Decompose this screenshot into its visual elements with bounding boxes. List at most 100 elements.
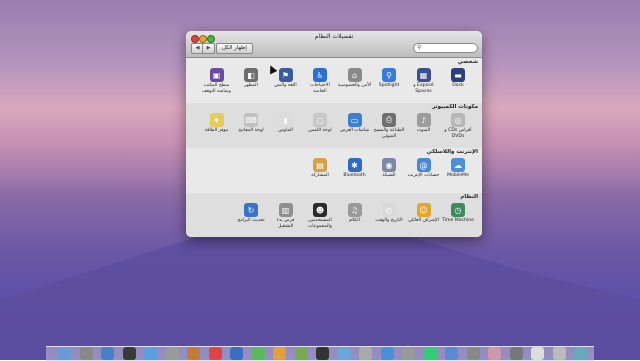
dock-app-icon[interactable] xyxy=(316,347,329,360)
pref-pane-label: الشبكة xyxy=(382,173,396,178)
pref-pane-startup[interactable]: ▥ قرص بدء التشغيل xyxy=(269,203,303,229)
dock-app-icon[interactable] xyxy=(466,347,480,360)
pref-pane-displays[interactable]: ▭ شاشات العرض xyxy=(338,113,372,134)
dock-app-icon[interactable] xyxy=(294,347,308,360)
mail-icon: @ xyxy=(416,158,431,172)
pref-pane-label: لوحة اللمس xyxy=(308,128,332,133)
pref-pane-label: اللغة والنص xyxy=(274,83,297,88)
dock-app-icon[interactable] xyxy=(273,347,286,360)
pref-pane-label: الكلام xyxy=(349,218,360,223)
keyboard-icon: ⌨ xyxy=(244,113,258,127)
pref-pane-speech[interactable]: ♫ الكلام xyxy=(338,203,372,224)
pref-pane-dock[interactable]: ▬ Dock xyxy=(441,68,475,89)
dock-app-icon[interactable] xyxy=(359,347,372,360)
pref-pane-label: أقراص CDs و DVDs xyxy=(444,128,472,139)
desktop-icon: ▣ xyxy=(209,68,224,82)
pref-pane-label: الصوت xyxy=(416,128,431,133)
dock-app-icon[interactable] xyxy=(574,347,587,360)
pref-pane-timemachine[interactable]: ◷ Time Machine xyxy=(441,203,475,224)
pref-pane-accounts[interactable]: @ حسابات الإنترنت xyxy=(407,158,441,179)
time-machine-icon: ◷ xyxy=(451,203,465,217)
section-title: مكونات الكمبيوتر xyxy=(432,104,478,110)
energy-icon: ✦ xyxy=(209,113,224,127)
search-input[interactable] xyxy=(424,44,472,52)
expose-icon: ▦ xyxy=(416,68,431,82)
dock-app-icon[interactable] xyxy=(58,347,71,360)
pref-pane-security[interactable]: ⌂ الأمن والخصوصية xyxy=(338,68,372,89)
dock-app-icon[interactable] xyxy=(144,347,157,360)
forward-button[interactable]: ▶ xyxy=(202,43,215,54)
section-2: الإنترنت واللاسلكي ☁ MobileMe @ حسابات الإنت… xyxy=(186,148,482,193)
dock-app-icon[interactable] xyxy=(552,347,566,360)
pref-pane-cds[interactable]: ◎ أقراص CDs و DVDs xyxy=(441,113,475,139)
pref-pane-network[interactable]: ◉ الشبكة xyxy=(372,158,406,179)
pref-pane-appearance[interactable]: ◧ المظهر xyxy=(234,68,268,89)
pref-pane-users[interactable]: ☻ المستخدمين والمجموعات xyxy=(303,203,337,229)
pref-pane-label: التاريخ والوقت xyxy=(375,218,403,223)
dock-app-icon[interactable] xyxy=(402,347,415,360)
pref-pane-label: الاحتياجات الخاصة xyxy=(310,83,330,94)
dock-app-icon[interactable] xyxy=(79,347,93,360)
dock-app-icon[interactable] xyxy=(122,347,136,360)
dock-app-icon[interactable] xyxy=(509,347,523,360)
pref-pane-sound[interactable]: ♪ الصوت xyxy=(407,113,441,134)
pref-pane-label: الأمن والخصوصية xyxy=(337,83,372,88)
system-preferences-window: تفضيلات النظام ◀ ▶ إظهار الكل ⚲ شخصي ▬ Doc… xyxy=(186,31,482,237)
dock-app-icon[interactable] xyxy=(251,347,265,360)
pref-pane-desktop[interactable]: ▣ سطح المكتب وشاشة التوقف xyxy=(200,68,234,94)
cd-icon: ◎ xyxy=(451,113,465,127)
dock-app-icon[interactable] xyxy=(380,347,394,360)
pref-pane-universal[interactable]: ♿ الاحتياجات الخاصة xyxy=(303,68,337,94)
show-all-button[interactable]: إظهار الكل xyxy=(216,43,253,54)
security-icon: ⌂ xyxy=(347,68,362,82)
dock-app-icon[interactable] xyxy=(423,347,437,360)
pref-pane-spotlight[interactable]: ⚲ Spotlight xyxy=(372,68,406,89)
pref-pane-label: المستخدمين والمجموعات xyxy=(307,218,332,229)
network-icon: ◉ xyxy=(382,158,396,172)
pref-pane-label: MobileMe xyxy=(447,173,469,178)
clock-icon: ◴ xyxy=(382,203,396,217)
pref-pane-label: الإشراف العائلي xyxy=(408,218,439,223)
dock-app-icon[interactable] xyxy=(488,347,501,360)
spotlight-icon: ⚲ xyxy=(382,68,396,82)
window-title: تفضيلات النظام xyxy=(314,33,354,40)
pref-pane-energy[interactable]: ✦ موفر الطاقة xyxy=(200,113,234,134)
dock-app-icon[interactable] xyxy=(445,347,458,360)
section-title: الإنترنت واللاسلكي xyxy=(426,149,478,155)
display-icon: ▭ xyxy=(347,113,362,127)
pref-pane-label: موفر الطاقة xyxy=(204,128,229,133)
pref-pane-label: شاشات العرض xyxy=(339,128,370,133)
search-field[interactable]: ⚲ xyxy=(413,43,478,53)
pref-pane-label: Bluetooth xyxy=(343,173,366,178)
pref-pane-trackpad[interactable]: ▢ لوحة اللمس xyxy=(303,113,337,134)
pref-pane-update[interactable]: ↻ تحديث البرامج xyxy=(234,203,268,224)
bluetooth-icon: ✱ xyxy=(347,158,362,172)
universal-access-icon: ♿ xyxy=(313,68,327,82)
dock-app-icon[interactable] xyxy=(337,347,351,360)
dock-icon: ▬ xyxy=(451,68,465,82)
pref-pane-keyboard[interactable]: ⌨ لوحة المفاتيح xyxy=(234,113,268,134)
pref-pane-label: Time Machine xyxy=(442,218,474,223)
dock-app-icon[interactable] xyxy=(208,347,222,360)
appearance-icon: ◧ xyxy=(244,68,258,82)
microphone-icon: ♫ xyxy=(347,203,362,217)
pref-pane-print[interactable]: ⎙ الطباعة والمسح الضوئي xyxy=(372,113,406,139)
software-update-icon: ↻ xyxy=(244,203,258,217)
disk-icon: ▥ xyxy=(278,203,293,217)
dock-app-icon[interactable] xyxy=(101,347,114,360)
pref-pane-expose[interactable]: ▦ Exposé و Spaces xyxy=(407,68,441,94)
mobileme-icon: ☁ xyxy=(451,158,465,172)
pref-pane-mobileme[interactable]: ☁ MobileMe xyxy=(441,158,475,179)
dock-app-icon[interactable] xyxy=(187,347,200,360)
pref-pane-datetime[interactable]: ◴ التاريخ والوقت xyxy=(372,203,406,224)
dock-app-icon[interactable] xyxy=(165,347,179,360)
pref-pane-label: لوحة المفاتيح xyxy=(238,128,264,133)
section-title: شخصي xyxy=(457,59,478,65)
section-1: مكونات الكمبيوتر ◎ أقراص CDs و DVDs ♪ الصوت ⎙… xyxy=(186,103,482,148)
pref-pane-mouse[interactable]: ◖ الماوس xyxy=(269,113,303,134)
pref-pane-bluetooth[interactable]: ✱ Bluetooth xyxy=(338,158,372,179)
dock-app-icon[interactable] xyxy=(230,347,243,360)
pref-pane-sharing[interactable]: ▤ المشاركة xyxy=(303,158,337,179)
dock-app-icon[interactable] xyxy=(531,347,544,360)
pref-pane-parental[interactable]: ☺ الإشراف العائلي xyxy=(407,203,441,224)
